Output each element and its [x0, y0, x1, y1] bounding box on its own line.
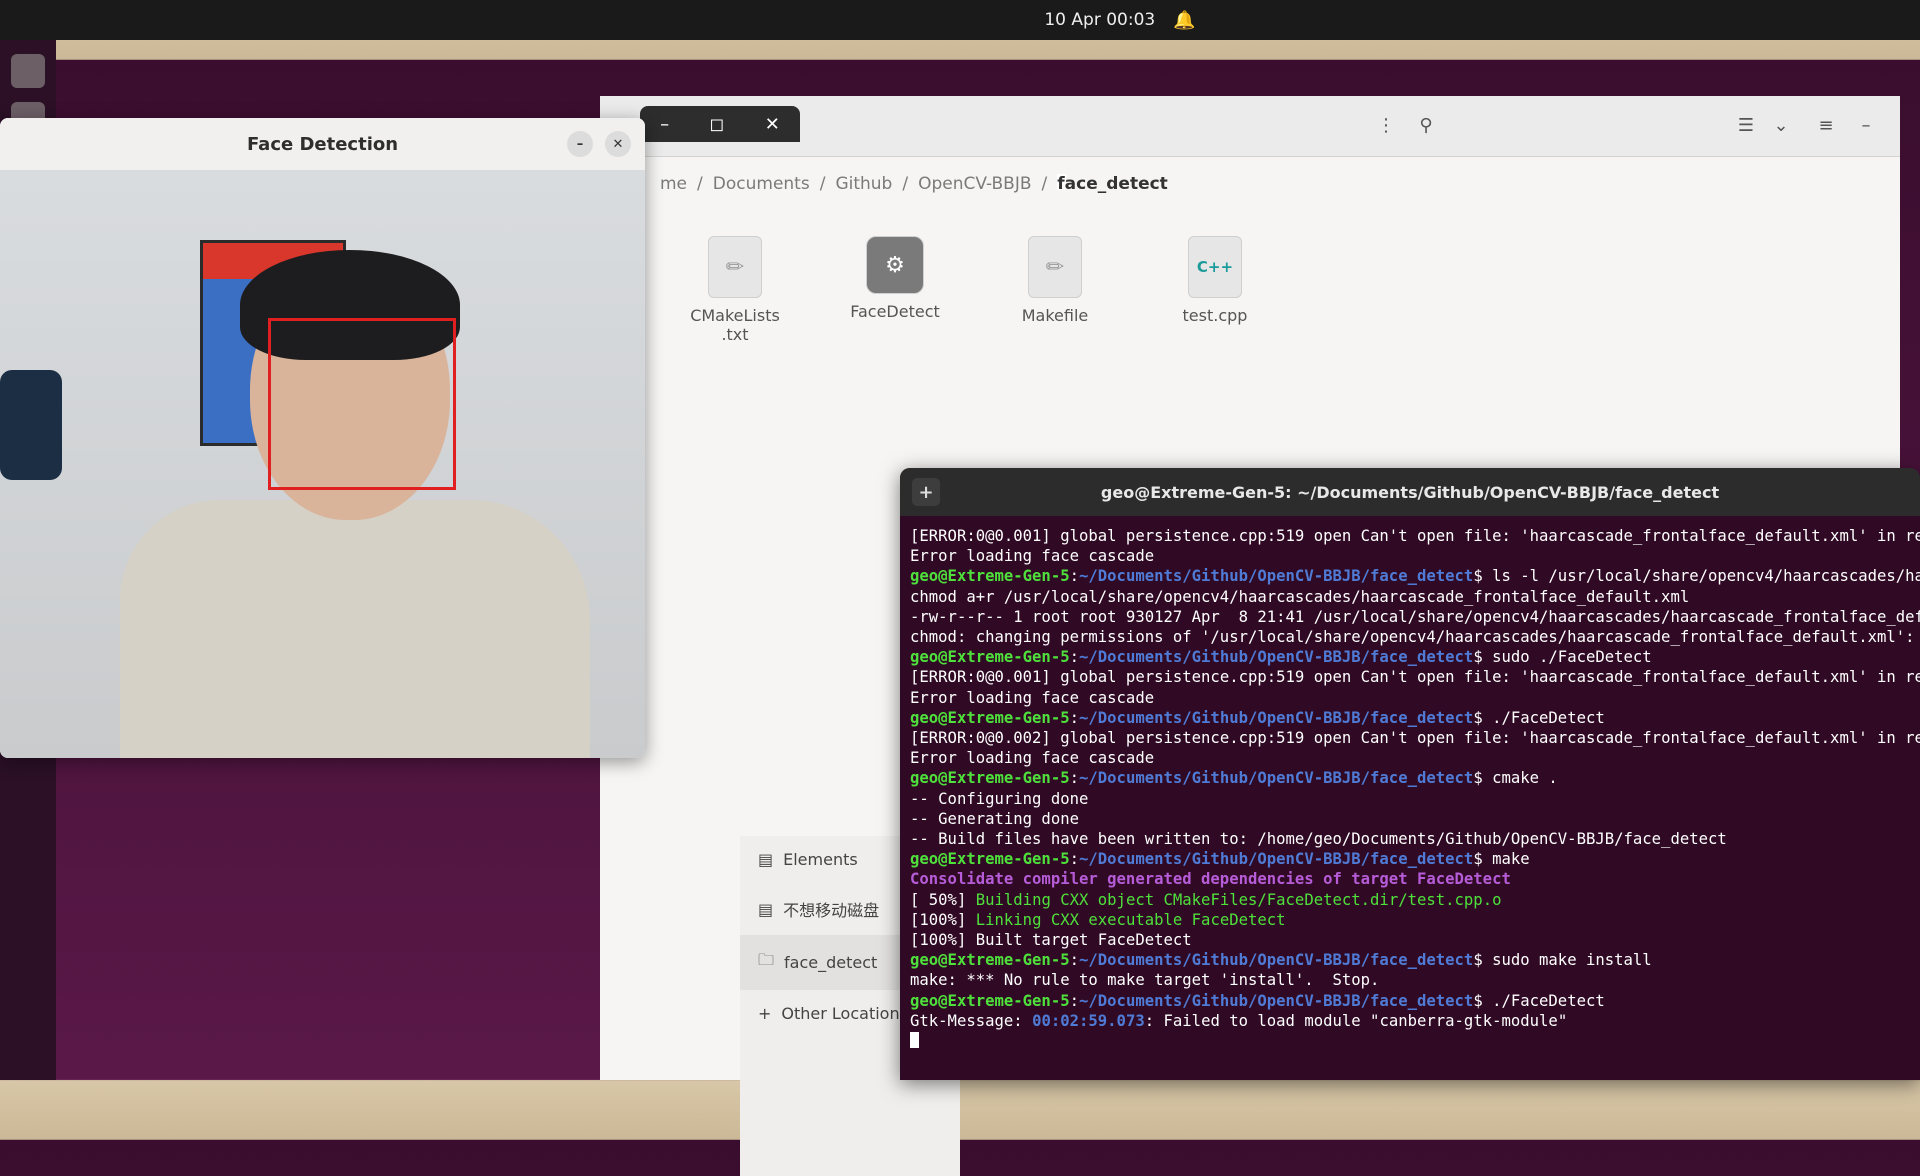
more-options-icon[interactable]: ⋮	[1370, 110, 1402, 140]
close-icon[interactable]: ✕	[605, 131, 631, 157]
person-body-image	[120, 500, 590, 758]
file-item[interactable]: ✏ Makefile	[1000, 236, 1110, 344]
clock[interactable]: 10 Apr 00:03	[1044, 10, 1155, 30]
file-name: test.cpp	[1182, 306, 1248, 325]
cpp-file-icon: C++	[1188, 236, 1242, 298]
bell-icon[interactable]: 🔔	[1173, 10, 1195, 31]
face-window-headerbar: Face Detection – ✕	[0, 118, 645, 170]
terminal-window: + geo@Extreme-Gen-5: ~/Documents/Github/…	[900, 468, 1920, 1080]
close-icon[interactable]: ✕	[765, 114, 780, 135]
breadcrumb-item[interactable]: me	[660, 174, 687, 194]
text-file-icon: ✏	[1028, 236, 1082, 298]
list-view-icon[interactable]: ☰	[1730, 110, 1762, 140]
minimize-icon[interactable]: –	[567, 131, 593, 157]
maximize-icon[interactable]: ◻	[709, 114, 724, 135]
phone-image	[0, 370, 62, 480]
sidebar-item-label: 不想移动磁盘	[783, 901, 880, 920]
chevron-down-icon[interactable]: ⌄	[1765, 110, 1797, 140]
terminal-title: geo@Extreme-Gen-5: ~/Documents/Github/Op…	[1100, 482, 1720, 502]
top-bar: 10 Apr 00:03 🔔	[0, 0, 1920, 40]
file-item[interactable]: ✏ CMakeLists .txt	[680, 236, 790, 344]
gear-icon: ⚙	[866, 236, 924, 294]
minimize-icon[interactable]: –	[660, 114, 669, 135]
file-item[interactable]: C++ test.cpp	[1160, 236, 1270, 344]
search-icon[interactable]: ⚲	[1410, 110, 1442, 140]
text-file-icon: ✏	[708, 236, 762, 298]
file-name: Makefile	[1021, 306, 1089, 325]
drive-icon: ▤	[758, 850, 774, 869]
folder-icon: 🗀	[758, 950, 775, 969]
face-bounding-box	[268, 318, 456, 490]
menu-icon[interactable]: ≡	[1810, 110, 1842, 140]
camera-feed	[0, 170, 645, 758]
sidebar-item-label: Other Locations	[781, 1004, 908, 1023]
file-item[interactable]: ⚙ FaceDetect	[840, 236, 950, 344]
files-headerbar: – ◻ ✕ ⋮ ⚲ ☰ ⌄ ≡ –	[600, 96, 1900, 157]
window-title: Face Detection	[246, 133, 399, 155]
terminal-headerbar: + geo@Extreme-Gen-5: ~/Documents/Github/…	[900, 468, 1920, 516]
sidebar-item-label: face_detect	[784, 953, 878, 972]
breadcrumb-item[interactable]: Documents	[713, 174, 810, 194]
file-name: FaceDetect	[850, 302, 940, 321]
terminal-output[interactable]: [ERROR:0@0.001] global persistence.cpp:5…	[900, 516, 1920, 1061]
window-controls: – ◻ ✕	[640, 106, 800, 142]
file-grid: ✏ CMakeLists .txt ⚙ FaceDetect ✏ Makefil…	[680, 236, 1270, 344]
minimize-icon[interactable]: –	[1850, 110, 1882, 140]
new-tab-icon[interactable]: +	[912, 478, 940, 506]
file-name: CMakeLists .txt	[690, 306, 780, 344]
face-detection-window: Face Detection – ✕	[0, 118, 645, 758]
drive-icon: ▤	[758, 899, 774, 919]
breadcrumb-item[interactable]: OpenCV-BBJB	[918, 174, 1031, 194]
breadcrumb-current[interactable]: face_detect	[1057, 174, 1168, 194]
dock-app-icon[interactable]	[11, 54, 45, 88]
sidebar-item-label: Elements	[783, 850, 858, 869]
plus-icon: +	[758, 1004, 772, 1023]
breadcrumb-item[interactable]: Github	[835, 174, 892, 194]
terminal-cursor	[910, 1032, 919, 1049]
breadcrumb: me / Documents / Github / OpenCV-BBJB / face…	[660, 174, 1168, 194]
